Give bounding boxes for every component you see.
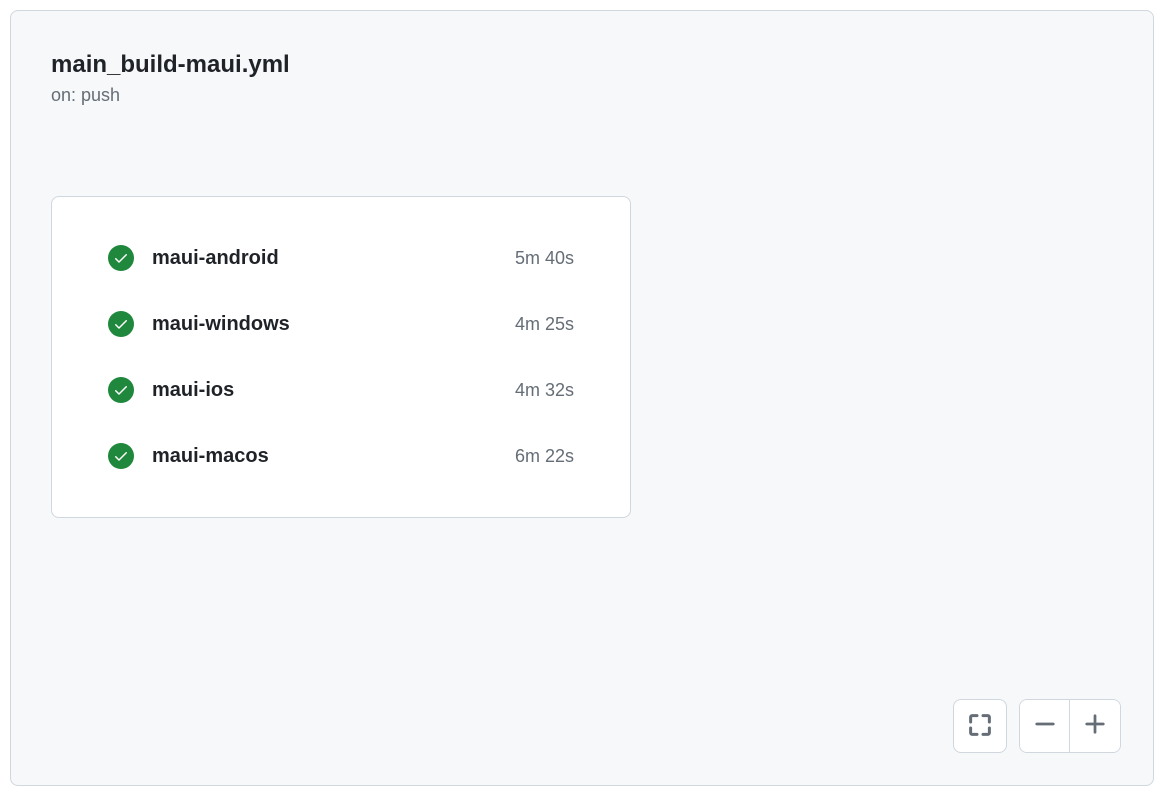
job-row[interactable]: maui-ios 4m 32s	[108, 357, 574, 423]
check-circle-icon	[108, 377, 134, 403]
check-circle-icon	[108, 311, 134, 337]
job-name: maui-macos	[152, 445, 515, 468]
job-duration: 5m 40s	[515, 248, 574, 269]
job-duration: 4m 32s	[515, 380, 574, 401]
plus-icon	[1084, 710, 1106, 742]
check-circle-icon	[108, 443, 134, 469]
job-name: maui-windows	[152, 313, 515, 336]
job-name: maui-android	[152, 247, 515, 270]
jobs-card: maui-android 5m 40s maui-windows 4m 25s …	[51, 196, 631, 518]
fullscreen-button[interactable]	[953, 699, 1007, 753]
job-row[interactable]: maui-windows 4m 25s	[108, 291, 574, 357]
workflow-title: main_build-maui.yml	[51, 51, 1113, 79]
check-circle-icon	[108, 245, 134, 271]
workflow-panel: main_build-maui.yml on: push maui-androi…	[10, 10, 1154, 786]
job-duration: 6m 22s	[515, 446, 574, 467]
job-row[interactable]: maui-android 5m 40s	[108, 245, 574, 291]
job-row[interactable]: maui-macos 6m 22s	[108, 423, 574, 469]
job-name: maui-ios	[152, 379, 515, 402]
zoom-out-button[interactable]	[1020, 700, 1070, 752]
zoom-group	[1019, 699, 1121, 753]
minus-icon	[1034, 710, 1056, 742]
workflow-trigger: on: push	[51, 85, 1113, 106]
view-controls	[953, 699, 1121, 753]
zoom-in-button[interactable]	[1070, 700, 1120, 752]
fullscreen-icon	[968, 713, 992, 740]
job-duration: 4m 25s	[515, 314, 574, 335]
